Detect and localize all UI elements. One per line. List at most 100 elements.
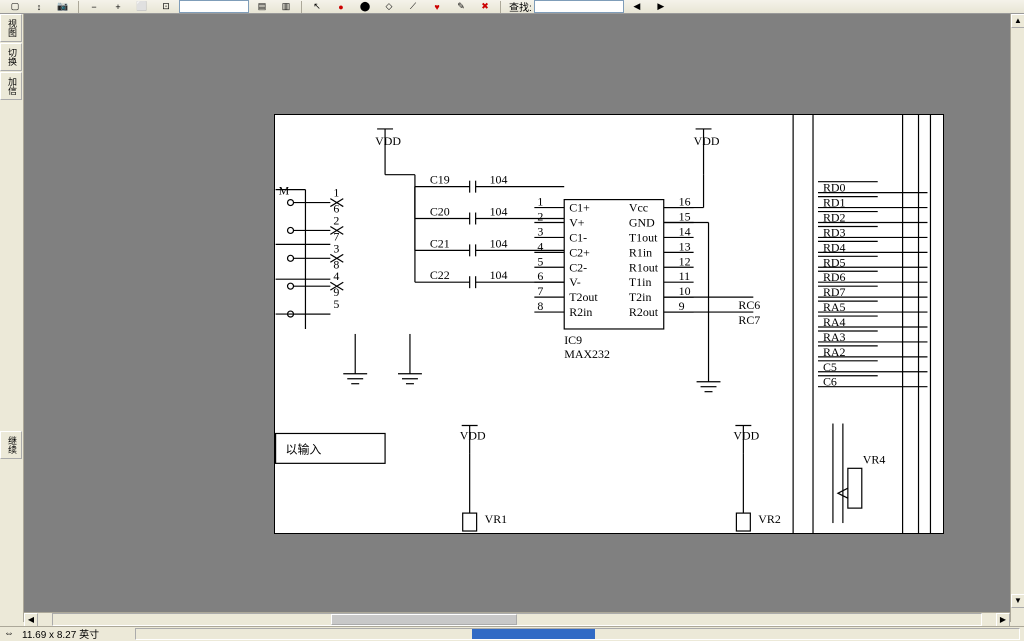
zoom-in-icon[interactable]: + — [107, 0, 129, 13]
zoom-combo[interactable] — [179, 0, 249, 13]
vertical-scrollbar[interactable]: ▲ ▼ — [1010, 14, 1024, 622]
svg-text:2: 2 — [333, 213, 339, 227]
nav-icon[interactable]: ⇔ — [4, 628, 14, 639]
schematic-page: M 162738495 VDD C19104C20104C21104C22104… — [274, 114, 944, 534]
svg-text:T1in: T1in — [629, 275, 652, 289]
svg-text:C2-: C2- — [569, 260, 587, 274]
svg-text:GND: GND — [629, 215, 655, 229]
status-scroll-thumb[interactable] — [472, 629, 596, 639]
svg-text:9: 9 — [679, 299, 685, 313]
net-label: VDD — [694, 134, 720, 148]
scroll-down-arrow[interactable]: ▼ — [1011, 594, 1024, 608]
svg-text:R1in: R1in — [629, 245, 652, 259]
search-prev-icon[interactable]: ◀ — [626, 0, 648, 13]
arrow-icon[interactable]: ↖ — [306, 0, 328, 13]
status-scroll-track[interactable] — [135, 628, 1020, 640]
component-ref: VR4 — [863, 452, 886, 466]
tool-icon[interactable]: ▥ — [275, 0, 297, 13]
svg-text:RA3: RA3 — [823, 330, 846, 344]
svg-text:RD3: RD3 — [823, 225, 846, 239]
scroll-up-arrow[interactable]: ▲ — [1011, 14, 1024, 28]
zoom-full-icon[interactable]: ⬜ — [131, 0, 153, 13]
svg-text:RA5: RA5 — [823, 300, 846, 314]
component-ref: VR2 — [758, 512, 781, 526]
svg-text:3: 3 — [537, 224, 543, 238]
input-box-label: 以输入 — [286, 441, 322, 456]
svg-text:15: 15 — [679, 209, 691, 223]
svg-text:16: 16 — [679, 195, 691, 209]
tool-icon[interactable]: ▤ — [251, 0, 273, 13]
canvas-area[interactable]: M 162738495 VDD C19104C20104C21104C22104… — [24, 14, 1010, 622]
tool-icon[interactable]: ▢ — [4, 0, 26, 13]
svg-text:RD4: RD4 — [823, 240, 846, 254]
palette-btn[interactable]: 视图 — [0, 14, 22, 42]
status-dims: 11.69 x 8.27 英寸 — [22, 626, 99, 641]
net-label: VDD — [460, 428, 486, 442]
status-bar: ⇔ 11.69 x 8.27 英寸 — [0, 626, 1024, 640]
palette-btn[interactable]: 加信 — [0, 72, 22, 100]
svg-text:T2in: T2in — [629, 290, 652, 304]
svg-text:C1-: C1- — [569, 230, 587, 244]
draw-icon[interactable]: ⟋ — [402, 0, 424, 13]
camera-icon[interactable]: 📷 — [52, 0, 74, 13]
svg-text:3: 3 — [333, 241, 339, 255]
svg-text:4: 4 — [333, 269, 339, 283]
hscroll-track[interactable] — [52, 613, 982, 626]
svg-text:10: 10 — [679, 284, 691, 298]
svg-text:104: 104 — [490, 236, 508, 250]
scroll-right-arrow[interactable]: ▶ — [996, 613, 1010, 627]
svg-text:RD5: RD5 — [823, 255, 846, 269]
svg-text:RA2: RA2 — [823, 345, 846, 359]
draw-icon[interactable]: ⬤ — [354, 0, 376, 13]
divider — [500, 1, 501, 13]
zoom-out-icon[interactable]: − — [83, 0, 105, 13]
draw-icon[interactable]: ● — [330, 0, 352, 13]
draw-icon[interactable]: ♥ — [426, 0, 448, 13]
svg-text:2: 2 — [537, 209, 543, 223]
svg-text:RD2: RD2 — [823, 210, 846, 224]
svg-text:R1out: R1out — [629, 260, 659, 274]
svg-text:5: 5 — [333, 297, 339, 311]
svg-text:C20: C20 — [430, 205, 450, 219]
svg-text:V+: V+ — [569, 215, 585, 229]
tool-icon[interactable]: ↕ — [28, 0, 50, 13]
hscroll-thumb[interactable] — [331, 614, 517, 625]
svg-text:C2+: C2+ — [569, 245, 590, 259]
left-palette: 视图 切换 加信 继续 — [0, 14, 24, 622]
search-next-icon[interactable]: ▶ — [650, 0, 672, 13]
zoom-fit-icon[interactable]: ⊡ — [155, 0, 177, 13]
horizontal-scrollbar[interactable]: ◀ ▶ — [24, 612, 1010, 626]
svg-text:C19: C19 — [430, 173, 450, 187]
svg-text:4: 4 — [537, 239, 543, 253]
net-label: VDD — [733, 428, 759, 442]
pencil-icon[interactable]: ✎ — [450, 0, 472, 13]
draw-icon[interactable]: ◇ — [378, 0, 400, 13]
svg-text:RD6: RD6 — [823, 270, 846, 284]
svg-text:T2out: T2out — [569, 290, 598, 304]
svg-text:T1out: T1out — [629, 230, 658, 244]
svg-text:14: 14 — [679, 224, 691, 238]
erase-icon[interactable]: ✖ — [474, 0, 496, 13]
svg-text:C5: C5 — [823, 360, 837, 374]
component-ref: VR1 — [485, 512, 508, 526]
connector-label: M — [279, 184, 290, 198]
svg-text:7: 7 — [537, 284, 543, 298]
scroll-left-arrow[interactable]: ◀ — [24, 613, 38, 627]
divider — [78, 1, 79, 13]
svg-text:R2in: R2in — [569, 305, 592, 319]
search-label: 查找: — [509, 0, 532, 14]
svg-text:C22: C22 — [430, 268, 450, 282]
svg-text:R2out: R2out — [629, 305, 659, 319]
svg-text:C21: C21 — [430, 236, 450, 250]
net-label: RC7 — [738, 313, 760, 327]
net-label: VDD — [375, 134, 401, 148]
svg-text:RA4: RA4 — [823, 315, 846, 329]
svg-text:8: 8 — [537, 299, 543, 313]
palette-btn[interactable]: 继续 — [0, 431, 22, 459]
svg-text:1: 1 — [537, 195, 543, 209]
search-input[interactable] — [534, 0, 624, 13]
svg-text:C1+: C1+ — [569, 201, 590, 215]
palette-btn[interactable]: 切换 — [0, 43, 22, 71]
connector: 162738495 — [276, 186, 344, 329]
svg-text:6: 6 — [537, 269, 543, 283]
